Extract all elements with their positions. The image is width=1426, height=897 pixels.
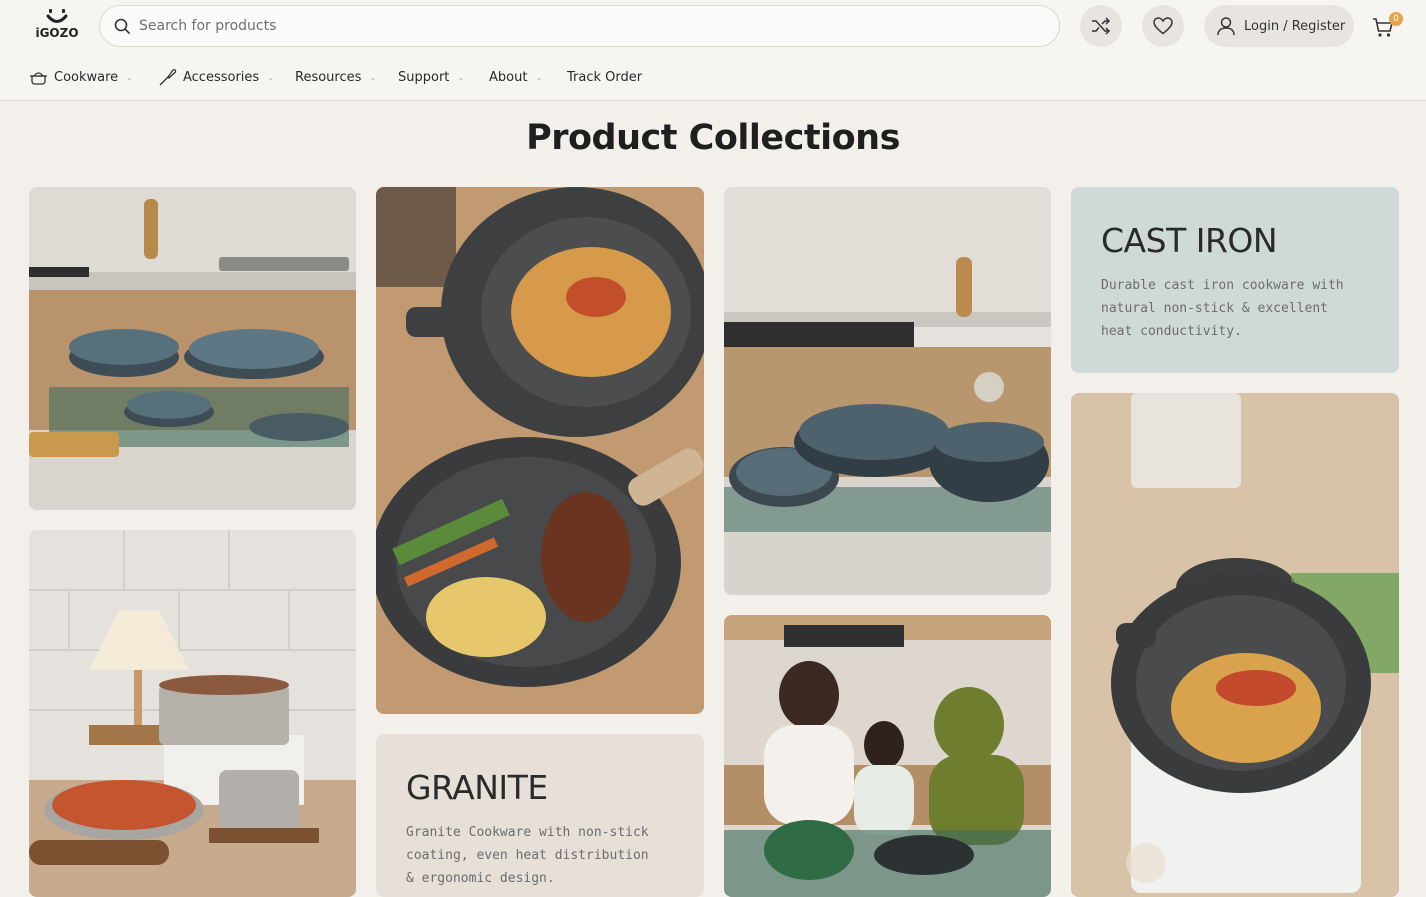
cart-button[interactable]: 0 xyxy=(1372,12,1403,40)
pot-icon xyxy=(30,72,47,85)
stainless-steel-photo xyxy=(29,530,356,897)
login-label: Login / Register xyxy=(1244,18,1346,34)
nav-label: Cookware xyxy=(54,69,119,85)
nav-item-accessories[interactable]: Accessories ⌄ xyxy=(158,62,274,92)
page-title: Product Collections xyxy=(526,118,900,158)
user-icon xyxy=(1217,17,1235,36)
collection-image-cookware-set[interactable] xyxy=(29,187,356,510)
collection-image-granite-pans[interactable] xyxy=(376,187,704,714)
nav-label: Accessories xyxy=(183,69,260,85)
chevron-down-icon: ⌄ xyxy=(457,72,465,82)
logo-text: iGOZO xyxy=(35,26,79,40)
spatula-icon xyxy=(159,69,177,86)
nav-item-cookware[interactable]: Cookware ⌄ xyxy=(29,62,133,92)
shuffle-icon xyxy=(1092,17,1111,35)
main-nav: Cookware ⌄ Accessories ⌄ Resources ⌄ Sup… xyxy=(0,62,1426,92)
search-input[interactable] xyxy=(139,18,939,34)
nav-item-support[interactable]: Support ⌄ xyxy=(398,62,464,92)
nav-label: Support xyxy=(398,69,450,85)
heart-icon xyxy=(1153,17,1173,35)
chevron-down-icon: ⌄ xyxy=(369,72,377,82)
wok-on-stove-photo xyxy=(1071,393,1399,897)
collection-name: CAST IRON xyxy=(1101,221,1278,260)
logo-mark-icon xyxy=(46,9,68,23)
collection-image-kitchen-set[interactable] xyxy=(724,187,1051,595)
nav-label: Resources xyxy=(295,69,362,85)
nav-item-track-order[interactable]: Track Order xyxy=(567,62,642,92)
cookware-set-photo xyxy=(29,187,356,510)
nav-item-about[interactable]: About ⌄ xyxy=(489,62,542,92)
nav-item-resources[interactable]: Resources ⌄ xyxy=(295,62,376,92)
granite-pans-photo xyxy=(376,187,704,714)
collection-description: Durable cast iron cookware with natural … xyxy=(1101,278,1344,339)
collection-image-wok-stove[interactable] xyxy=(1071,393,1399,897)
site-header: iGOZO Login / Register xyxy=(0,0,1426,101)
chevron-down-icon: ⌄ xyxy=(126,72,133,82)
compare-button[interactable] xyxy=(1080,5,1122,47)
wishlist-button[interactable] xyxy=(1142,5,1184,47)
collection-image-family-cooking[interactable] xyxy=(724,615,1051,897)
chevron-down-icon: ⌄ xyxy=(267,72,274,82)
granite-collection-card[interactable]: GRANITE Granite Cookware with non-stick … xyxy=(376,734,704,897)
search-icon xyxy=(114,18,130,34)
kitchen-set-photo xyxy=(724,187,1051,595)
logo[interactable]: iGOZO xyxy=(33,9,81,45)
collection-name: GRANITE xyxy=(406,768,548,807)
cast-iron-collection-card[interactable]: CAST IRON Durable cast iron cookware wit… xyxy=(1071,187,1399,373)
search-bar[interactable] xyxy=(99,5,1060,47)
collection-description: Granite Cookware with non-stick coating,… xyxy=(406,825,649,886)
family-cooking-photo xyxy=(724,615,1051,897)
login-register-button[interactable]: Login / Register xyxy=(1204,5,1354,47)
collection-image-stainless[interactable] xyxy=(29,530,356,897)
nav-label: About xyxy=(489,69,528,85)
chevron-down-icon: ⌄ xyxy=(535,72,543,82)
nav-label: Track Order xyxy=(567,69,643,85)
cart-count-badge: 0 xyxy=(1389,12,1403,26)
